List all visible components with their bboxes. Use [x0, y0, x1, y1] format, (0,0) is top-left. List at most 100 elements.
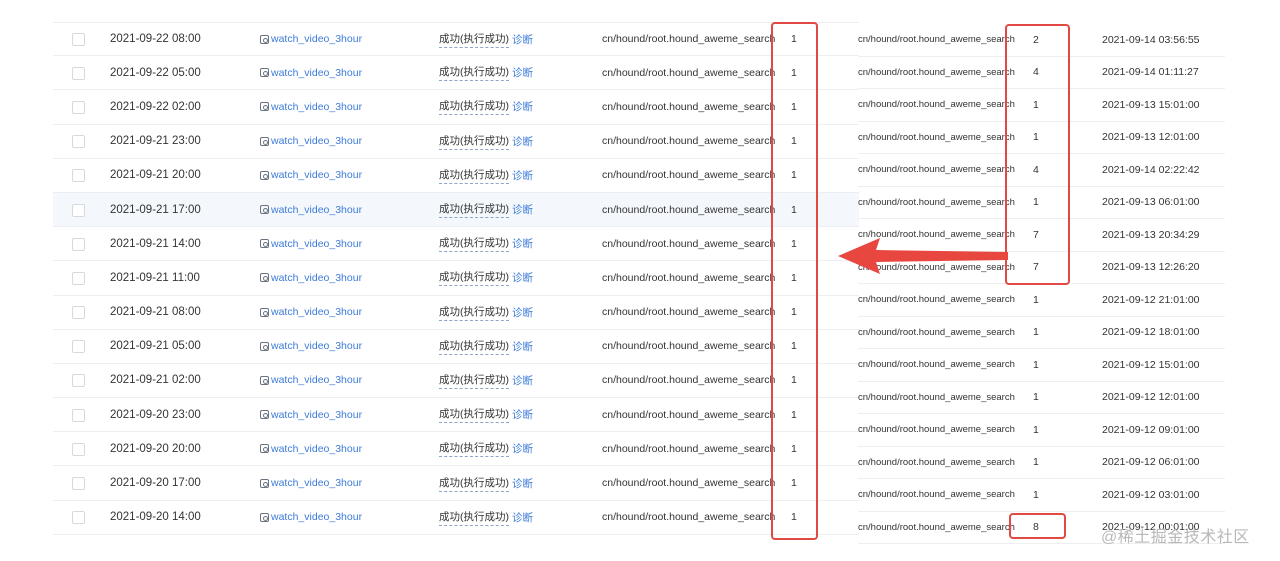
row-checkbox[interactable] [72, 135, 85, 149]
diagnose-link[interactable]: 诊断 [512, 476, 533, 491]
row-checkbox[interactable] [72, 33, 85, 47]
queue-path: cn/hound/root.hound_aweme_search [602, 237, 776, 250]
row-checkbox[interactable] [72, 374, 85, 388]
diagnose-link[interactable]: 诊断 [512, 99, 533, 114]
task-name-text: watch_video_3hour [271, 33, 363, 46]
run-time: 2021-09-12 18:01:00 [1102, 326, 1200, 339]
run-time: 2021-09-12 06:01:00 [1102, 456, 1200, 469]
diagnose-link[interactable]: 诊断 [512, 510, 533, 525]
table-row[interactable]: 2021-09-21 23:00 watch_video_3hour 成功(执行… [53, 125, 859, 159]
row-checkbox[interactable] [72, 306, 85, 320]
table-row[interactable]: 2021-09-21 05:00 watch_video_3hour 成功(执行… [53, 330, 859, 364]
task-name-link[interactable]: watch_video_3hour [260, 432, 362, 465]
table-row[interactable]: cn/hound/root.hound_aweme_search 1 2021-09… [858, 382, 1225, 414]
task-name-link[interactable]: watch_video_3hour [260, 227, 362, 260]
schedule-time: 2021-09-20 14:00 [110, 511, 201, 524]
diagnose-link[interactable]: 诊断 [512, 407, 533, 422]
table-row[interactable]: 2021-09-20 17:00 watch_video_3hour 成功(执行… [53, 466, 859, 501]
watermark: @稀土掘金技术社区 [1101, 529, 1250, 546]
diagnose-link[interactable]: 诊断 [512, 134, 533, 149]
queue-path: cn/hound/root.hound_aweme_search [858, 391, 1015, 403]
task-name-link[interactable]: watch_video_3hour [260, 193, 362, 226]
status-cell: 成功(执行成功) 诊断 [439, 56, 533, 89]
task-name-link[interactable]: watch_video_3hour [260, 125, 362, 158]
diagnose-link[interactable]: 诊断 [512, 32, 533, 47]
diagnose-link[interactable]: 诊断 [512, 305, 533, 320]
diagnose-link[interactable]: 诊断 [512, 168, 533, 183]
table-row[interactable]: cn/hound/root.hound_aweme_search 1 2021-09… [858, 284, 1225, 317]
run-time: 2021-09-14 01:11:27 [1102, 66, 1199, 79]
queue-path: cn/hound/root.hound_aweme_search [602, 408, 776, 421]
table-row-highlighted[interactable]: 2021-09-21 17:00 watch_video_3hour 成功(执行… [53, 192, 859, 228]
row-checkbox[interactable] [72, 169, 85, 183]
task-name-link[interactable]: watch_video_3hour [260, 466, 362, 499]
task-name-link[interactable]: watch_video_3hour [260, 330, 362, 363]
row-checkbox[interactable] [72, 237, 85, 251]
queue-path: cn/hound/root.hound_aweme_search [602, 306, 776, 319]
diagnose-link[interactable]: 诊断 [512, 373, 533, 388]
status-cell: 成功(执行成功) 诊断 [439, 501, 533, 534]
table-row[interactable]: cn/hound/root.hound_aweme_search 1 2021-09… [858, 447, 1225, 479]
table-row[interactable]: 2021-09-20 14:00 watch_video_3hour 成功(执行… [53, 501, 859, 535]
table-row[interactable]: 2021-09-21 11:00 watch_video_3hour 成功(执行… [53, 261, 859, 296]
queue-path: cn/hound/root.hound_aweme_search [602, 511, 776, 524]
row-checkbox[interactable] [72, 442, 85, 456]
task-name-link[interactable]: watch_video_3hour [260, 501, 362, 534]
table-row[interactable]: cn/hound/root.hound_aweme_search 1 2021-09… [858, 349, 1225, 382]
status-text: 成功(执行成功) [439, 201, 509, 219]
table-row[interactable]: 2021-09-21 20:00 watch_video_3hour 成功(执行… [53, 159, 859, 193]
table-row[interactable]: 2021-09-20 20:00 watch_video_3hour 成功(执行… [53, 432, 859, 467]
run-time: 2021-09-14 03:56:55 [1102, 33, 1200, 46]
task-name-link[interactable]: watch_video_3hour [260, 90, 362, 123]
row-checkbox[interactable] [72, 477, 85, 491]
diagnose-link[interactable]: 诊断 [512, 339, 533, 354]
diagnose-link[interactable]: 诊断 [512, 202, 533, 217]
task-name-link[interactable]: watch_video_3hour [260, 159, 362, 192]
table-row[interactable]: 2021-09-22 02:00 watch_video_3hour 成功(执行… [53, 90, 859, 125]
row-checkbox[interactable] [72, 100, 85, 114]
row-checkbox[interactable] [72, 340, 85, 354]
table-row[interactable]: cn/hound/root.hound_aweme_search 1 2021-09… [858, 414, 1225, 447]
table-row[interactable]: 2021-09-20 23:00 watch_video_3hour 成功(执行… [53, 398, 859, 433]
table-row[interactable]: cn/hound/root.hound_aweme_search 1 2021-09… [858, 317, 1225, 349]
row-checkbox[interactable] [72, 66, 85, 80]
diagnose-link[interactable]: 诊断 [512, 65, 533, 80]
status-text: 成功(执行成功) [439, 509, 509, 526]
highlight-box-right-counts [1005, 24, 1070, 285]
diagnose-link[interactable]: 诊断 [512, 236, 533, 251]
task-name-link[interactable]: watch_video_3hour [260, 23, 362, 55]
row-checkbox[interactable] [72, 271, 85, 285]
diagnose-link[interactable]: 诊断 [512, 441, 533, 456]
status-cell: 成功(执行成功) 诊断 [439, 432, 533, 465]
queue-path: cn/hound/root.hound_aweme_search [602, 169, 776, 182]
table-row[interactable]: 2021-09-22 05:00 watch_video_3hour 成功(执行… [53, 56, 859, 91]
arrow-left-icon [838, 238, 1008, 274]
task-name-link[interactable]: watch_video_3hour [260, 296, 362, 329]
run-time: 2021-09-12 12:01:00 [1102, 391, 1200, 404]
status-cell: 成功(执行成功) 诊断 [439, 159, 533, 192]
row-checkbox[interactable] [72, 511, 85, 525]
task-name-link[interactable]: watch_video_3hour [260, 261, 362, 294]
table-row[interactable]: cn/hound/root.hound_aweme_search 1 2021-09… [858, 479, 1225, 512]
queue-path: cn/hound/root.hound_aweme_search [858, 34, 1015, 46]
table-row[interactable]: 2021-09-21 02:00 watch_video_3hour 成功(执行… [53, 364, 859, 399]
queue-path: cn/hound/root.hound_aweme_search [858, 66, 1015, 78]
status-text: 成功(执行成功) [439, 64, 509, 82]
task-type-icon [260, 68, 269, 78]
diagnose-link[interactable]: 诊断 [512, 270, 533, 285]
task-name-text: watch_video_3hour [271, 340, 363, 353]
table-row[interactable]: 2021-09-22 08:00 watch_video_3hour 成功(执行… [53, 22, 859, 57]
schedule-time: 2021-09-21 20:00 [110, 169, 201, 182]
task-name-link[interactable]: watch_video_3hour [260, 56, 362, 89]
row-checkbox[interactable] [72, 408, 85, 422]
run-time: 2021-09-12 09:01:00 [1102, 423, 1200, 436]
status-cell: 成功(执行成功) 诊断 [439, 90, 533, 123]
run-time: 2021-09-12 15:01:00 [1102, 358, 1200, 371]
task-type-icon [260, 410, 269, 420]
queue-path: cn/hound/root.hound_aweme_search [858, 131, 1015, 143]
task-name-link[interactable]: watch_video_3hour [260, 398, 362, 431]
task-name-link[interactable]: watch_video_3hour [260, 364, 362, 397]
row-checkbox[interactable] [72, 203, 85, 217]
table-row[interactable]: 2021-09-21 08:00 watch_video_3hour 成功(执行… [53, 296, 859, 330]
table-row[interactable]: 2021-09-21 14:00 watch_video_3hour 成功(执行… [53, 227, 859, 262]
